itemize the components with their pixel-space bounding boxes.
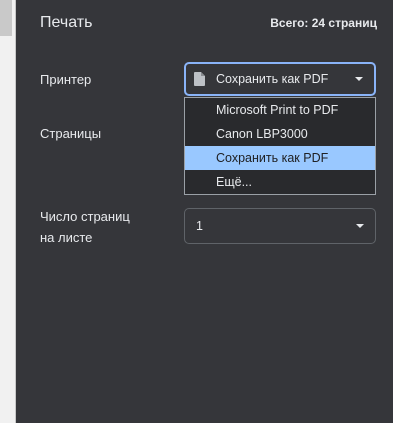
printer-option-more[interactable]: Ещё...: [185, 170, 375, 194]
preview-scrollbar[interactable]: [0, 0, 16, 423]
pages-per-sheet-value: 1: [196, 219, 203, 233]
printer-select[interactable]: Сохранить как PDF: [184, 62, 376, 96]
document-icon: [194, 72, 205, 86]
printer-select-value: Сохранить как PDF: [216, 72, 329, 86]
pages-per-sheet-label: Число страниц на листе: [40, 206, 130, 248]
printer-label: Принтер: [40, 72, 92, 87]
pages-label: Страницы: [40, 126, 102, 141]
printer-dropdown-list: Microsoft Print to PDF Canon LBP3000 Сох…: [184, 97, 376, 195]
pages-per-sheet-label-line1: Число страниц: [40, 209, 130, 224]
scrollbar-thumb[interactable]: [0, 0, 12, 36]
chevron-down-icon: [355, 77, 363, 81]
printer-option-canon-lbp3000[interactable]: Canon LBP3000: [185, 122, 375, 146]
print-settings-panel: Печать Всего: 24 страниц Принтер Сохрани…: [16, 0, 393, 423]
pages-per-sheet-select[interactable]: 1: [184, 208, 376, 244]
printer-option-microsoft-print-to-pdf[interactable]: Microsoft Print to PDF: [185, 98, 375, 122]
total-pages: Всего: 24 страниц: [270, 16, 377, 30]
chevron-down-icon: [356, 224, 364, 228]
pages-per-sheet-label-line2: на листе: [40, 230, 93, 245]
printer-option-save-as-pdf[interactable]: Сохранить как PDF: [185, 146, 375, 170]
page-title: Печать: [40, 14, 93, 31]
